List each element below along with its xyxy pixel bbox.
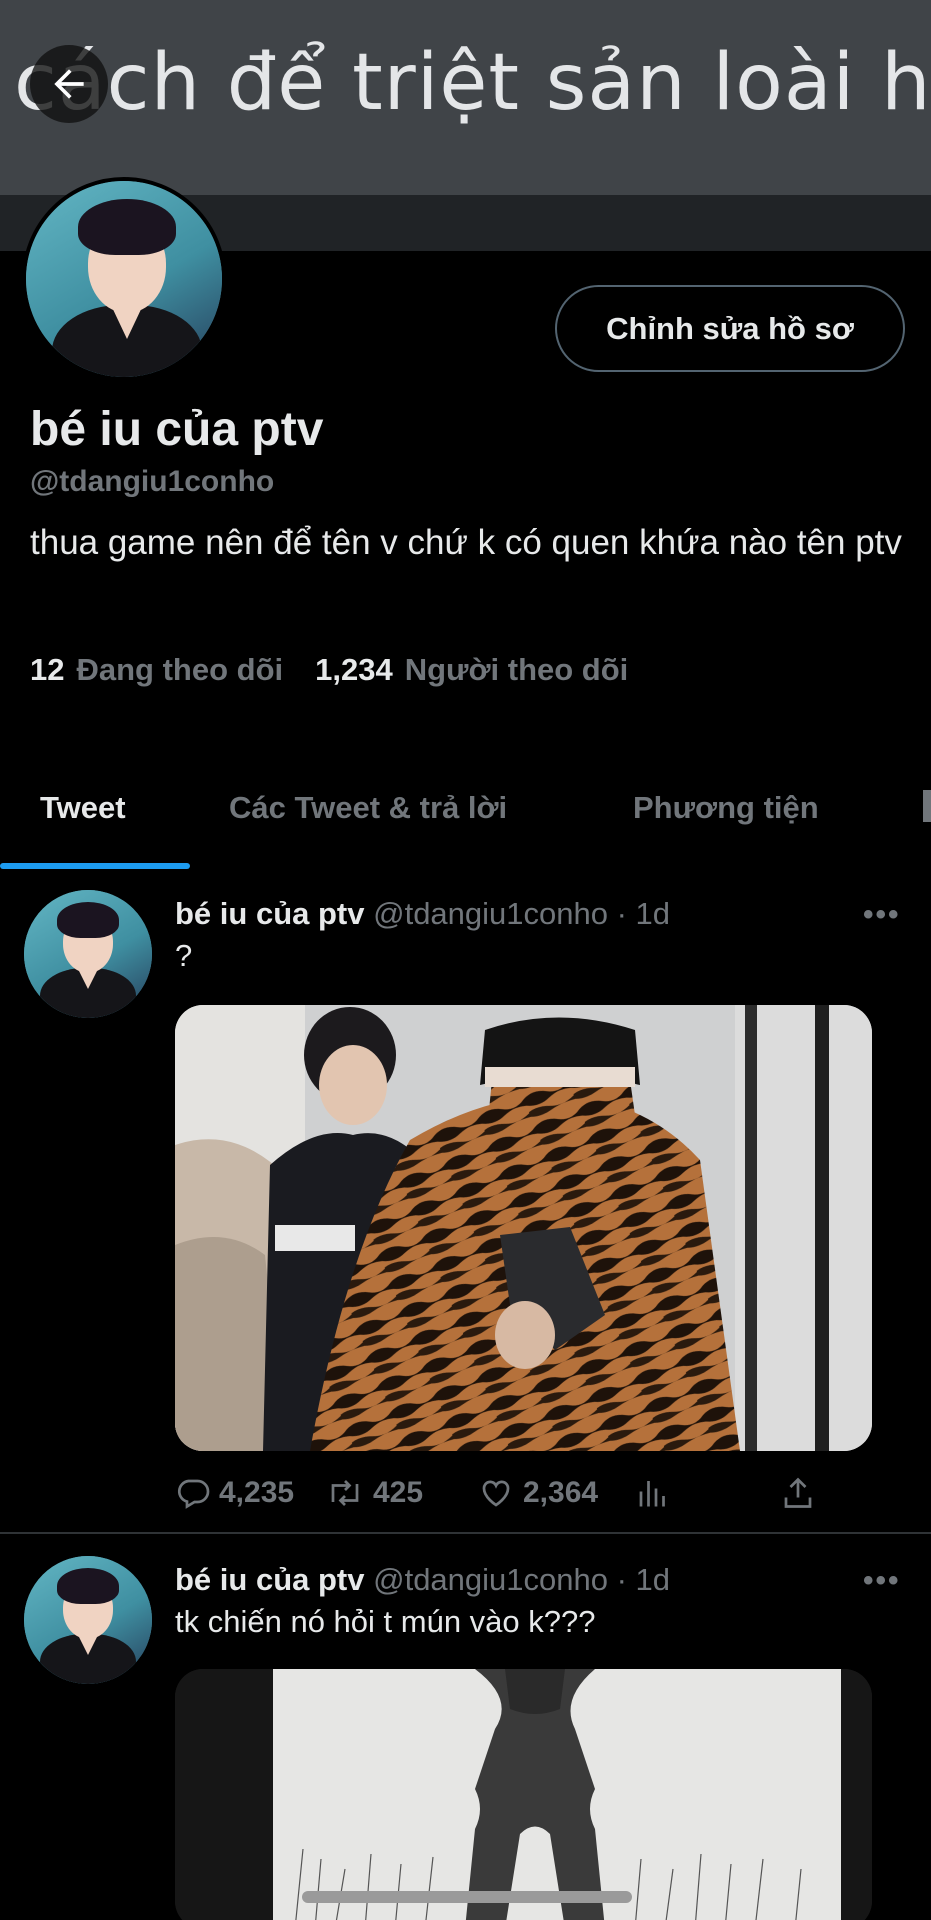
tweet-meta: @tdangiu1conho · 1d — [373, 1562, 671, 1597]
following-count[interactable]: 12 — [30, 652, 64, 688]
edit-profile-button[interactable]: Chỉnh sửa hồ sơ — [555, 285, 905, 372]
sketch-photo — [175, 1669, 872, 1920]
home-indicator — [302, 1891, 632, 1903]
tweet[interactable]: bé iu của ptv @tdangiu1conho · 1d ••• tk… — [0, 1556, 931, 1920]
tweet-avatar[interactable] — [24, 890, 152, 1018]
tweet-text: tk chiến nó hỏi t mún vào k??? — [175, 1604, 596, 1639]
back-arrow-icon — [54, 69, 84, 99]
reply-count: 4,235 — [219, 1476, 295, 1509]
like-button[interactable]: 2,364 — [477, 1475, 598, 1511]
retweet-button[interactable]: 425 — [325, 1475, 423, 1511]
retweet-count: 425 — [373, 1476, 424, 1509]
active-tab-indicator — [0, 863, 190, 869]
back-button[interactable] — [30, 45, 108, 123]
more-icon[interactable]: ••• — [863, 898, 901, 932]
tweet-divider — [0, 1532, 931, 1534]
reply-button[interactable]: 4,235 — [175, 1475, 294, 1511]
more-icon[interactable]: ••• — [863, 1564, 901, 1598]
tweet[interactable]: bé iu của ptv @tdangiu1conho · 1d ••• ? — [0, 890, 931, 1530]
profile-banner: cách để triệt sản loài hổ — [0, 0, 931, 195]
followers-label[interactable]: Người theo dõi — [405, 652, 629, 688]
profile-avatar[interactable] — [22, 177, 226, 381]
reply-icon — [177, 1479, 210, 1509]
tweet-media-image[interactable] — [175, 1669, 872, 1920]
tab-media[interactable]: Phương tiện — [633, 790, 819, 826]
tab-tweets[interactable]: Tweet — [40, 790, 126, 826]
tweet-header: bé iu của ptv @tdangiu1conho · 1d — [175, 896, 670, 932]
follow-stats: 12 Đang theo dõi 1,234 Người theo dõi — [30, 652, 660, 688]
banner-text: cách để triệt sản loài hổ — [14, 38, 931, 128]
like-count: 2,364 — [523, 1476, 599, 1509]
tab-overflow[interactable] — [923, 790, 931, 822]
tweet-actions: 4,235 425 2,364 — [175, 1475, 825, 1515]
like-icon — [482, 1480, 510, 1507]
tab-tweets-replies[interactable]: Các Tweet & trả lời — [229, 790, 507, 826]
profile-tabs: Tweet Các Tweet & trả lời Phương tiện — [0, 760, 931, 870]
tweet-author-name[interactable]: bé iu của ptv — [175, 896, 364, 931]
followers-count[interactable]: 1,234 — [315, 652, 393, 688]
tweet-author-name[interactable]: bé iu của ptv — [175, 1562, 364, 1597]
tiger-coat-photo — [175, 1005, 872, 1451]
views-icon — [639, 1481, 665, 1507]
share-icon — [784, 1477, 812, 1508]
tweet-header: bé iu của ptv @tdangiu1conho · 1d — [175, 1562, 670, 1598]
tweet-meta: @tdangiu1conho · 1d — [373, 896, 671, 931]
following-label[interactable]: Đang theo dõi — [76, 652, 283, 688]
handle: @tdangiu1conho — [30, 465, 275, 498]
share-button[interactable] — [780, 1475, 816, 1511]
tweet-avatar[interactable] — [24, 1556, 152, 1684]
display-name: bé iu của ptv — [30, 403, 324, 456]
bio: thua game nên để tên v chứ k có quen khứ… — [30, 523, 902, 562]
views-button[interactable] — [635, 1475, 671, 1511]
retweet-icon — [331, 1480, 359, 1506]
tweet-media-image[interactable] — [175, 1005, 872, 1451]
tweet-text: ? — [175, 938, 193, 973]
